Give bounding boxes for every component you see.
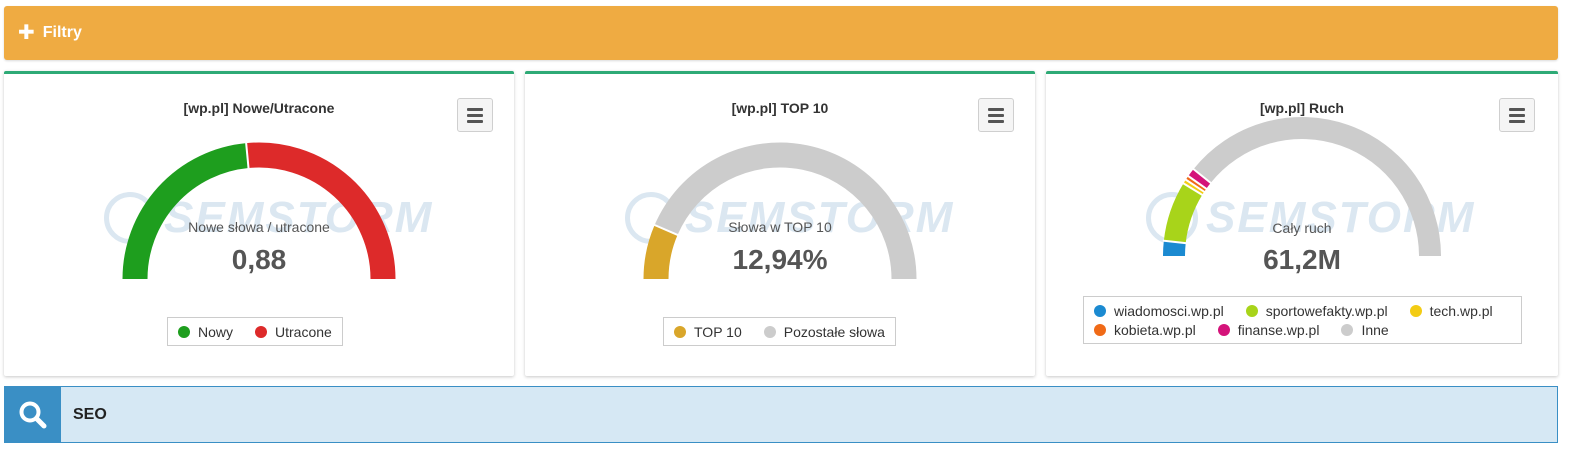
gauge-center-label: Słowa w TOP 10 — [728, 219, 832, 235]
legend-item-utracone[interactable]: Utracone — [255, 324, 332, 340]
widget-title: [wp.pl] Nowe/Utracone — [183, 100, 335, 116]
legend-item-tech[interactable]: tech.wp.pl — [1409, 303, 1493, 319]
chart-menu-button[interactable] — [1499, 98, 1535, 132]
chart-legend: TOP 10 Pozostałe słowa — [663, 317, 896, 346]
plus-icon: ✚ — [18, 22, 35, 44]
chart-menu-button[interactable] — [457, 98, 493, 132]
legend-dot — [1217, 323, 1230, 336]
search-icon[interactable] — [5, 387, 61, 442]
filters-toggle-button[interactable]: ✚ Filtry — [4, 6, 1558, 60]
legend-dot — [1409, 304, 1422, 317]
gauge-slice-finanse-wp-pl[interactable] — [1188, 169, 1211, 189]
legend-dot — [1094, 323, 1106, 336]
widget-traffic: SEMSTORM [wp.pl] Ruch Cały ruch 61,2M wi… — [1046, 71, 1558, 376]
legend-item-kobieta[interactable]: kobieta.wp.pl — [1094, 322, 1196, 338]
chart-legend: wiadomosci.wp.pl sportowefakty.wp.pl tec… — [1083, 296, 1522, 344]
legend-item-nowy[interactable]: Nowy — [178, 324, 233, 340]
legend-item-inne[interactable]: Inne — [1341, 322, 1389, 338]
chart-legend: Nowy Utracone — [167, 317, 343, 346]
chart-menu-button[interactable] — [978, 98, 1014, 132]
legend-dot — [1341, 323, 1354, 336]
search-query[interactable]: SEO — [73, 406, 107, 424]
gauge-slice-inne[interactable] — [1193, 117, 1441, 257]
widget-title: [wp.pl] Ruch — [1260, 100, 1344, 116]
legend-item-sportowefakty[interactable]: sportowefakty.wp.pl — [1245, 303, 1388, 319]
legend-dot — [1094, 304, 1106, 317]
legend-item-wiadomosci[interactable]: wiadomosci.wp.pl — [1094, 303, 1224, 319]
widget-title: [wp.pl] TOP 10 — [731, 100, 829, 116]
gauge-center-label: Nowe słowa / utracone — [188, 219, 330, 235]
legend-dot — [1245, 304, 1258, 317]
widget-new-lost: SEMSTORM [wp.pl] Nowe/Utracone Nowe słow… — [4, 71, 514, 376]
gauge-center-value: 0,88 — [231, 244, 287, 275]
legend-item-pozostale[interactable]: Pozostałe słowa — [763, 324, 885, 340]
legend-dot — [255, 325, 268, 338]
legend-item-top10[interactable]: TOP 10 — [674, 324, 742, 340]
legend-dot — [674, 325, 686, 338]
legend-dot — [178, 325, 190, 338]
gauge-center-value: 12,94% — [732, 244, 828, 275]
gauge-center-value: 61,2M — [1263, 244, 1341, 275]
search-bar[interactable]: SEO — [4, 386, 1558, 443]
filters-label: Filtry — [42, 24, 82, 41]
legend-item-finanse[interactable]: finanse.wp.pl — [1217, 322, 1319, 338]
legend-dot — [763, 325, 776, 338]
gauge-center-label: Cały ruch — [1272, 220, 1332, 236]
widget-top10: SEMSTORM [wp.pl] TOP 10 Słowa w TOP 10 1… — [525, 71, 1035, 376]
